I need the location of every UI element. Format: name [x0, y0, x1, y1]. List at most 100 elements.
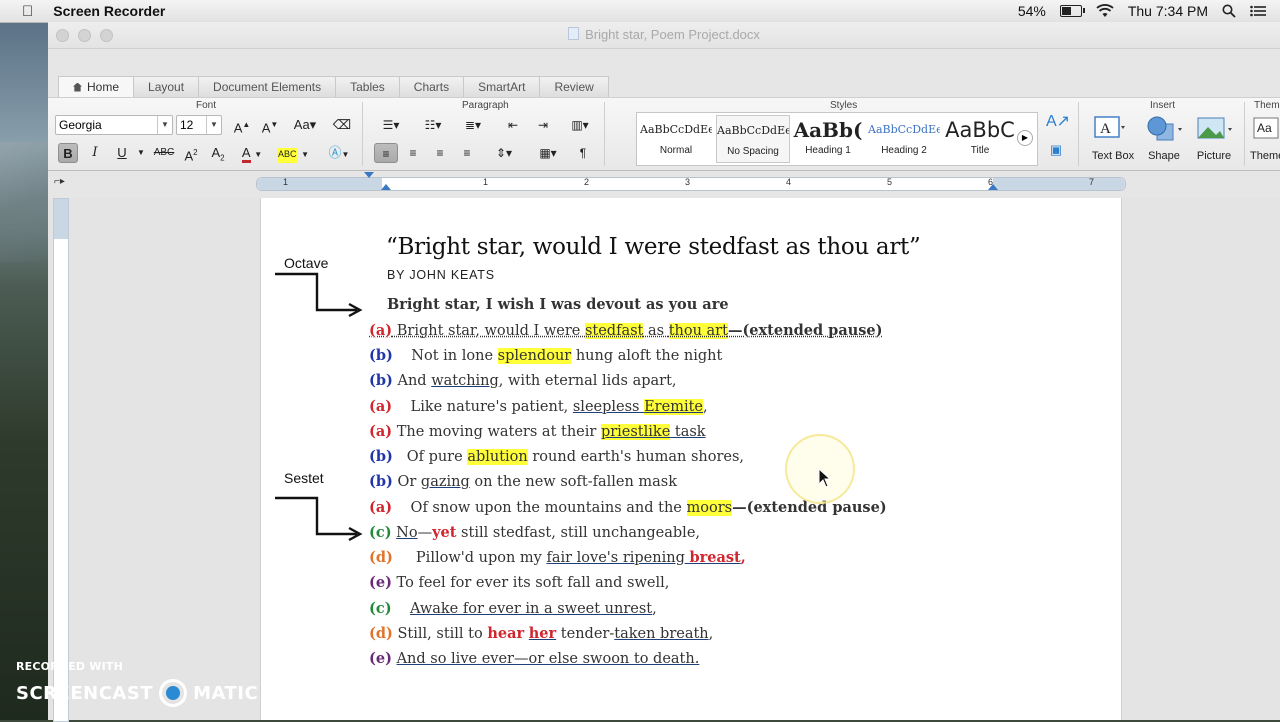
- grow-font-button[interactable]: A▲: [230, 115, 254, 135]
- line-spacing-button[interactable]: ⇕▾: [486, 143, 522, 163]
- superscript-button[interactable]: A2: [181, 143, 201, 163]
- tab-tables[interactable]: Tables: [335, 75, 400, 97]
- style-heading-2[interactable]: AaBbCcDdEe Heading 2: [868, 115, 940, 161]
- poem-author: BY JOHN KEATS: [387, 268, 495, 282]
- style-no-spacing[interactable]: AaBbCcDdEe No Spacing: [716, 115, 790, 163]
- rhyme-tag: (b): [369, 473, 393, 490]
- horizontal-ruler[interactable]: 1 1 2 3 4 5 6 7: [256, 172, 1126, 191]
- underline-options-chevron-icon[interactable]: ▼: [136, 143, 146, 163]
- rhyme-tag: (b): [369, 448, 393, 465]
- font-color-button[interactable]: A ▼: [238, 143, 266, 163]
- tab-home[interactable]: Home: [58, 75, 135, 97]
- underlined-phrase: taken breath: [614, 626, 709, 642]
- app-menu[interactable]: Screen Recorder: [53, 3, 165, 19]
- menubar-clock[interactable]: Thu 7:34 PM: [1128, 3, 1208, 19]
- right-indent-marker[interactable]: [988, 184, 998, 190]
- styles-next-arrow-icon[interactable]: ▶: [1017, 130, 1033, 146]
- document-page[interactable]: “Bright star, would I were stedfast as t…: [260, 198, 1122, 720]
- vertical-ruler[interactable]: [53, 198, 69, 722]
- columns-button[interactable]: ▥▾: [562, 115, 598, 135]
- text-box-icon: A: [1094, 116, 1125, 138]
- red-emphasis-word: her: [528, 625, 557, 642]
- text-direction-icon[interactable]: ▣: [1046, 140, 1066, 160]
- bold-button[interactable]: B: [58, 143, 78, 163]
- line-text: ,: [708, 626, 714, 642]
- ruler-number: 1: [483, 177, 489, 187]
- style-title[interactable]: AaBbC Title: [944, 115, 1016, 161]
- picture-button[interactable]: Picture: [1190, 112, 1238, 168]
- text-effects-button[interactable]: Ⓐ▼: [323, 143, 355, 163]
- tab-layout[interactable]: Layout: [133, 75, 200, 97]
- wifi-icon[interactable]: [1096, 4, 1114, 18]
- ruler-number: 7: [1089, 177, 1095, 187]
- first-line-indent-marker[interactable]: [364, 172, 374, 178]
- align-left-button[interactable]: ≡: [374, 143, 398, 163]
- underline-button[interactable]: U: [112, 143, 132, 163]
- line-text: tender-: [556, 626, 615, 642]
- borders-button[interactable]: ▦▾: [532, 143, 564, 163]
- poem-line-11: (e) To feel for ever its soft fall and s…: [369, 571, 669, 595]
- style-name: No Spacing: [727, 146, 779, 157]
- poem-line-6: (b) Of pure ablution round earth's human…: [369, 445, 744, 469]
- font-name-select[interactable]: Georgia ▼: [55, 115, 173, 135]
- align-center-button[interactable]: ≡: [401, 143, 425, 163]
- styles-pane-icon[interactable]: A↗: [1043, 112, 1073, 132]
- rhyme-tag: (b): [369, 372, 393, 389]
- rhyme-tag: (a): [369, 423, 393, 440]
- underlined-word: task: [670, 424, 706, 440]
- underlined-word: gazing: [420, 474, 470, 490]
- battery-percent: 54%: [1017, 3, 1046, 19]
- font-size-select[interactable]: 12 ▼: [176, 115, 222, 135]
- paragraph-group-label: Paragraph: [462, 100, 509, 111]
- shrink-font-button[interactable]: A▼: [258, 115, 282, 135]
- numbering-button[interactable]: ☷▾: [416, 115, 450, 135]
- subscript-button[interactable]: A2: [208, 143, 228, 163]
- style-name: Title: [970, 145, 990, 156]
- tab-smartart[interactable]: SmartArt: [463, 75, 541, 97]
- spotlight-search-icon[interactable]: [1222, 4, 1236, 18]
- style-name: Heading 2: [881, 145, 927, 156]
- shape-button[interactable]: Shape: [1140, 112, 1188, 168]
- menu-bar:  Screen Recorder 54% Thu 7:34 PM: [0, 0, 1280, 23]
- underlined-phrase: And so live ever—or else swoon to death.: [396, 651, 700, 667]
- increase-indent-button[interactable]: ⇥: [530, 115, 556, 135]
- highlight-button[interactable]: ABC ▼: [276, 143, 310, 163]
- style-heading-1[interactable]: AaBb(Heading 1: [792, 115, 864, 161]
- style-normal[interactable]: AaBbCcDdEe Normal: [640, 115, 712, 161]
- justify-button[interactable]: ≡: [455, 143, 479, 163]
- poem-line-5: (a) The moving waters at their priestlik…: [369, 420, 706, 444]
- sestet-label: Sestet: [284, 470, 324, 486]
- rhyme-tag: (d): [369, 625, 393, 642]
- styles-gallery: AaBbCcDdEe Normal AaBbCcDdEe No Spacing Aa…: [636, 112, 1038, 166]
- notification-center-icon[interactable]: [1250, 5, 1266, 17]
- decrease-indent-button[interactable]: ⇤: [500, 115, 526, 135]
- style-sample: AaBbCcDdEe: [868, 123, 940, 136]
- rhyme-tag: (e): [369, 650, 392, 667]
- show-formatting-icon[interactable]: ¶: [570, 143, 596, 163]
- apple-menu-icon[interactable]: : [22, 3, 33, 20]
- highlighted-word: moors: [686, 500, 733, 516]
- text-box-button[interactable]: A Text Box: [1088, 112, 1138, 168]
- window-titlebar[interactable]: Bright star, Poem Project.docx: [48, 22, 1280, 49]
- tab-review[interactable]: Review: [539, 75, 609, 97]
- tab-selector-icon[interactable]: ⌐▸: [54, 176, 65, 187]
- multilevel-list-button[interactable]: ≣▾: [456, 115, 490, 135]
- tab-charts[interactable]: Charts: [398, 75, 465, 97]
- group-divider: [1244, 102, 1245, 166]
- strikethrough-button[interactable]: ABC: [150, 143, 178, 163]
- line-text: The moving waters at their: [392, 424, 601, 440]
- highlighted-word: Eremite: [644, 399, 703, 415]
- themes-button[interactable]: Aa Themes: [1250, 112, 1280, 168]
- align-right-button[interactable]: ≡: [428, 143, 452, 163]
- bullets-button[interactable]: ☰▾: [374, 115, 408, 135]
- clear-formatting-icon[interactable]: ⌫: [332, 115, 352, 135]
- poem-subheading: Bright star, I wish I was devout as you …: [387, 296, 729, 313]
- pause-note: —(extended pause): [727, 322, 883, 339]
- style-sample: AaBb(: [793, 118, 863, 142]
- document-title: Bright star, Poem Project.docx: [585, 27, 760, 42]
- battery-icon[interactable]: [1059, 5, 1085, 17]
- italic-button[interactable]: I: [85, 143, 105, 163]
- tab-document-elements[interactable]: Document Elements: [198, 75, 337, 97]
- left-indent-marker[interactable]: [381, 184, 391, 190]
- change-case-button[interactable]: Aa▾: [289, 115, 321, 135]
